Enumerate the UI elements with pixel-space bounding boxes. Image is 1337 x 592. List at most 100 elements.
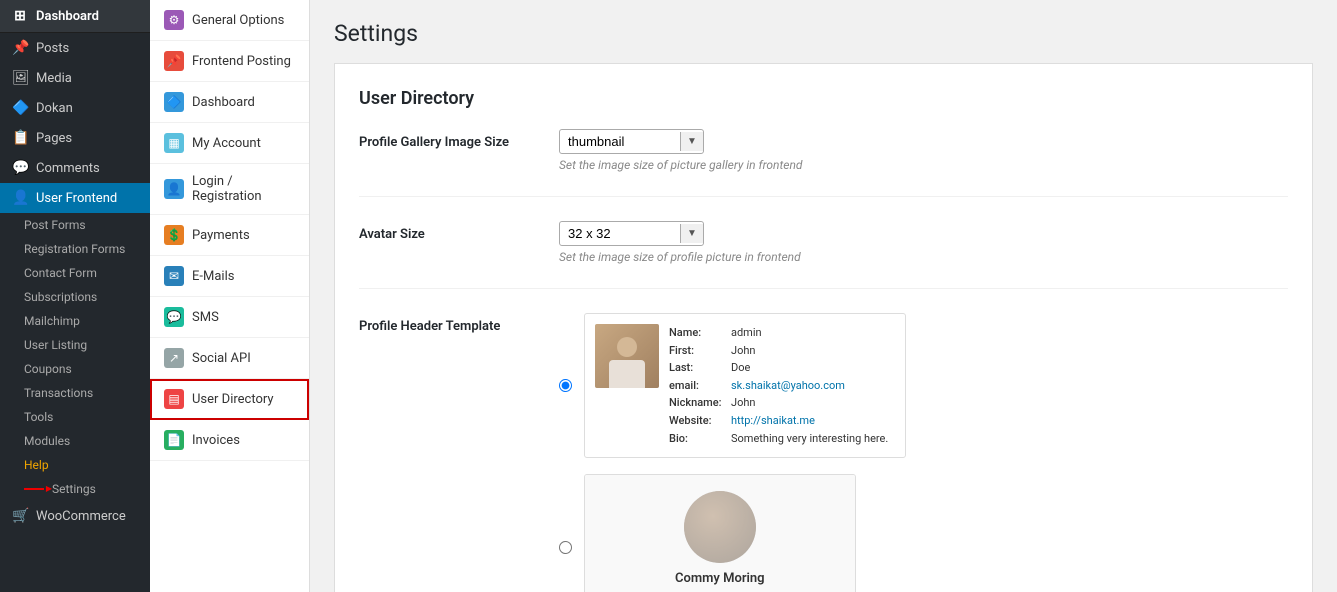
avatar-size-label: Avatar Size: [359, 221, 559, 242]
avatar-size-hint: Set the image size of profile picture in…: [559, 250, 1288, 264]
template-2-name: Commy Moring: [675, 571, 765, 586]
dokan-icon: 🔷: [12, 100, 28, 116]
profile-gallery-hint: Set the image size of picture gallery in…: [559, 158, 1288, 172]
sidebar-item-media[interactable]: 🖼 Media: [0, 63, 150, 93]
sidebar-item-dokan[interactable]: 🔷 Dokan: [0, 93, 150, 123]
sidebar-item-posts[interactable]: 📌 Posts: [0, 33, 150, 63]
profile-gallery-select-wrapper[interactable]: thumbnail medium large full ▼: [559, 129, 704, 154]
sidebar-item-label: Media: [36, 71, 72, 86]
woocommerce-label: WooCommerce: [36, 509, 126, 524]
sidebar-item-woocommerce[interactable]: 🛒 WooCommerce: [0, 501, 150, 531]
bio-val: Something very interesting here.: [731, 430, 888, 448]
login-registration-icon: 👤: [164, 179, 184, 199]
profile-info: Name: admin First: John Last: [669, 324, 888, 447]
template-2-radio[interactable]: [559, 541, 572, 554]
section-title: User Directory: [359, 88, 1288, 109]
menu-item-social-api[interactable]: ↗ Social API: [150, 338, 309, 379]
menu-item-label: Social API: [192, 351, 251, 366]
sidebar-item-user-frontend[interactable]: 👤 User Frontend: [0, 183, 150, 213]
profile-gallery-select[interactable]: thumbnail medium large full: [560, 130, 680, 153]
pages-icon: 📋: [12, 130, 28, 146]
select-arrow-icon-2: ▼: [680, 224, 703, 243]
menu-item-invoices[interactable]: 📄 Invoices: [150, 420, 309, 461]
profile-info-bio: Bio: Something very interesting here.: [669, 430, 888, 448]
menu-item-user-directory[interactable]: ▤ User Directory: [150, 379, 309, 420]
template-option-2: Commy Moring Continually implement progr…: [559, 474, 1288, 592]
menu-item-frontend-posting[interactable]: 📌 Frontend Posting: [150, 41, 309, 82]
payments-icon: 💲: [164, 225, 184, 245]
profile-header-template-control: Name: admin First: John Last: [559, 313, 1288, 592]
comments-icon: 💬: [12, 160, 28, 176]
sidebar-sub-contact-form[interactable]: Contact Form: [0, 261, 150, 285]
avatar-size-control: 32 x 32 48 x 48 64 x 64 96 x 96 ▼ Set th…: [559, 221, 1288, 264]
profile-info-name: Name: admin: [669, 324, 888, 342]
menu-item-label: My Account: [192, 136, 261, 151]
sidebar: ⊞ Dashboard 📌 Posts 🖼 Media 🔷 Dokan 📋 Pa…: [0, 0, 150, 592]
website-val: http://shaikat.me: [731, 412, 815, 430]
website-key: Website:: [669, 412, 727, 430]
first-key: First:: [669, 342, 727, 360]
general-options-icon: ⚙: [164, 10, 184, 30]
profile-header-template-row: Profile Header Template: [359, 313, 1288, 592]
menu-item-label: E-Mails: [192, 269, 234, 284]
menu-item-dashboard[interactable]: 🔷 Dashboard: [150, 82, 309, 123]
sidebar-item-pages[interactable]: 📋 Pages: [0, 123, 150, 153]
template-option-1: Name: admin First: John Last: [559, 313, 1288, 458]
sidebar-sub-user-listing[interactable]: User Listing: [0, 333, 150, 357]
sms-icon: 💬: [164, 307, 184, 327]
sidebar-item-comments[interactable]: 💬 Comments: [0, 153, 150, 183]
dashboard-settings-icon: 🔷: [164, 92, 184, 112]
sidebar-sub-subscriptions[interactable]: Subscriptions: [0, 285, 150, 309]
template-options: Name: admin First: John Last: [559, 313, 1288, 592]
settings-panel: User Directory Profile Gallery Image Siz…: [334, 63, 1313, 592]
menu-item-label: General Options: [192, 13, 284, 28]
profile-info-first: First: John: [669, 342, 888, 360]
menu-item-label: Login / Registration: [192, 174, 295, 204]
sidebar-sub-coupons[interactable]: Coupons: [0, 357, 150, 381]
menu-item-label: Invoices: [192, 433, 240, 448]
sidebar-sub-settings[interactable]: Settings: [0, 477, 150, 501]
sidebar-header-label: Dashboard: [36, 9, 99, 24]
menu-item-label: Frontend Posting: [192, 54, 291, 69]
menu-item-login-registration[interactable]: 👤 Login / Registration: [150, 164, 309, 215]
template-1-avatar: [595, 324, 659, 388]
sidebar-sub-help[interactable]: Help: [0, 453, 150, 477]
template-1-radio[interactable]: [559, 379, 572, 392]
name-val: admin: [731, 324, 762, 342]
first-val: John: [731, 342, 755, 360]
sidebar-sub-registration-forms[interactable]: Registration Forms: [0, 237, 150, 261]
sidebar-sub-modules[interactable]: Modules: [0, 429, 150, 453]
sidebar-sub-post-forms[interactable]: Post Forms: [0, 213, 150, 237]
invoices-icon: 📄: [164, 430, 184, 450]
woocommerce-icon: 🛒: [12, 508, 28, 524]
name-key: Name:: [669, 324, 727, 342]
menu-item-sms[interactable]: 💬 SMS: [150, 297, 309, 338]
menu-item-label: Payments: [192, 228, 250, 243]
menu-item-payments[interactable]: 💲 Payments: [150, 215, 309, 256]
settings-submenu: ⚙ General Options 📌 Frontend Posting 🔷 D…: [150, 0, 310, 592]
avatar-size-select[interactable]: 32 x 32 48 x 48 64 x 64 96 x 96: [560, 222, 680, 245]
page-title: Settings: [334, 20, 1313, 47]
posts-icon: 📌: [12, 40, 28, 56]
select-arrow-icon: ▼: [680, 132, 703, 151]
sidebar-sub-transactions[interactable]: Transactions: [0, 381, 150, 405]
template-2-avatar: [684, 491, 756, 563]
last-val: Doe: [731, 359, 750, 377]
bio-key: Bio:: [669, 430, 727, 448]
sidebar-sub-tools[interactable]: Tools: [0, 405, 150, 429]
email-key: email:: [669, 377, 727, 395]
sidebar-sub-mailchimp[interactable]: Mailchimp: [0, 309, 150, 333]
sidebar-item-label: Posts: [36, 41, 69, 56]
profile-gallery-label: Profile Gallery Image Size: [359, 129, 559, 150]
menu-item-general-options[interactable]: ⚙ General Options: [150, 0, 309, 41]
template-card-1: Name: admin First: John Last: [584, 313, 906, 458]
menu-item-my-account[interactable]: ▦ My Account: [150, 123, 309, 164]
sidebar-header[interactable]: ⊞ Dashboard: [0, 0, 150, 33]
frontend-posting-icon: 📌: [164, 51, 184, 71]
profile-info-email: email: sk.shaikat@yahoo.com: [669, 377, 888, 395]
sidebar-item-label: Dokan: [36, 101, 73, 116]
sidebar-item-label: Comments: [36, 161, 100, 176]
user-frontend-icon: 👤: [12, 190, 28, 206]
avatar-size-select-wrapper[interactable]: 32 x 32 48 x 48 64 x 64 96 x 96 ▼: [559, 221, 704, 246]
menu-item-emails[interactable]: ✉ E-Mails: [150, 256, 309, 297]
